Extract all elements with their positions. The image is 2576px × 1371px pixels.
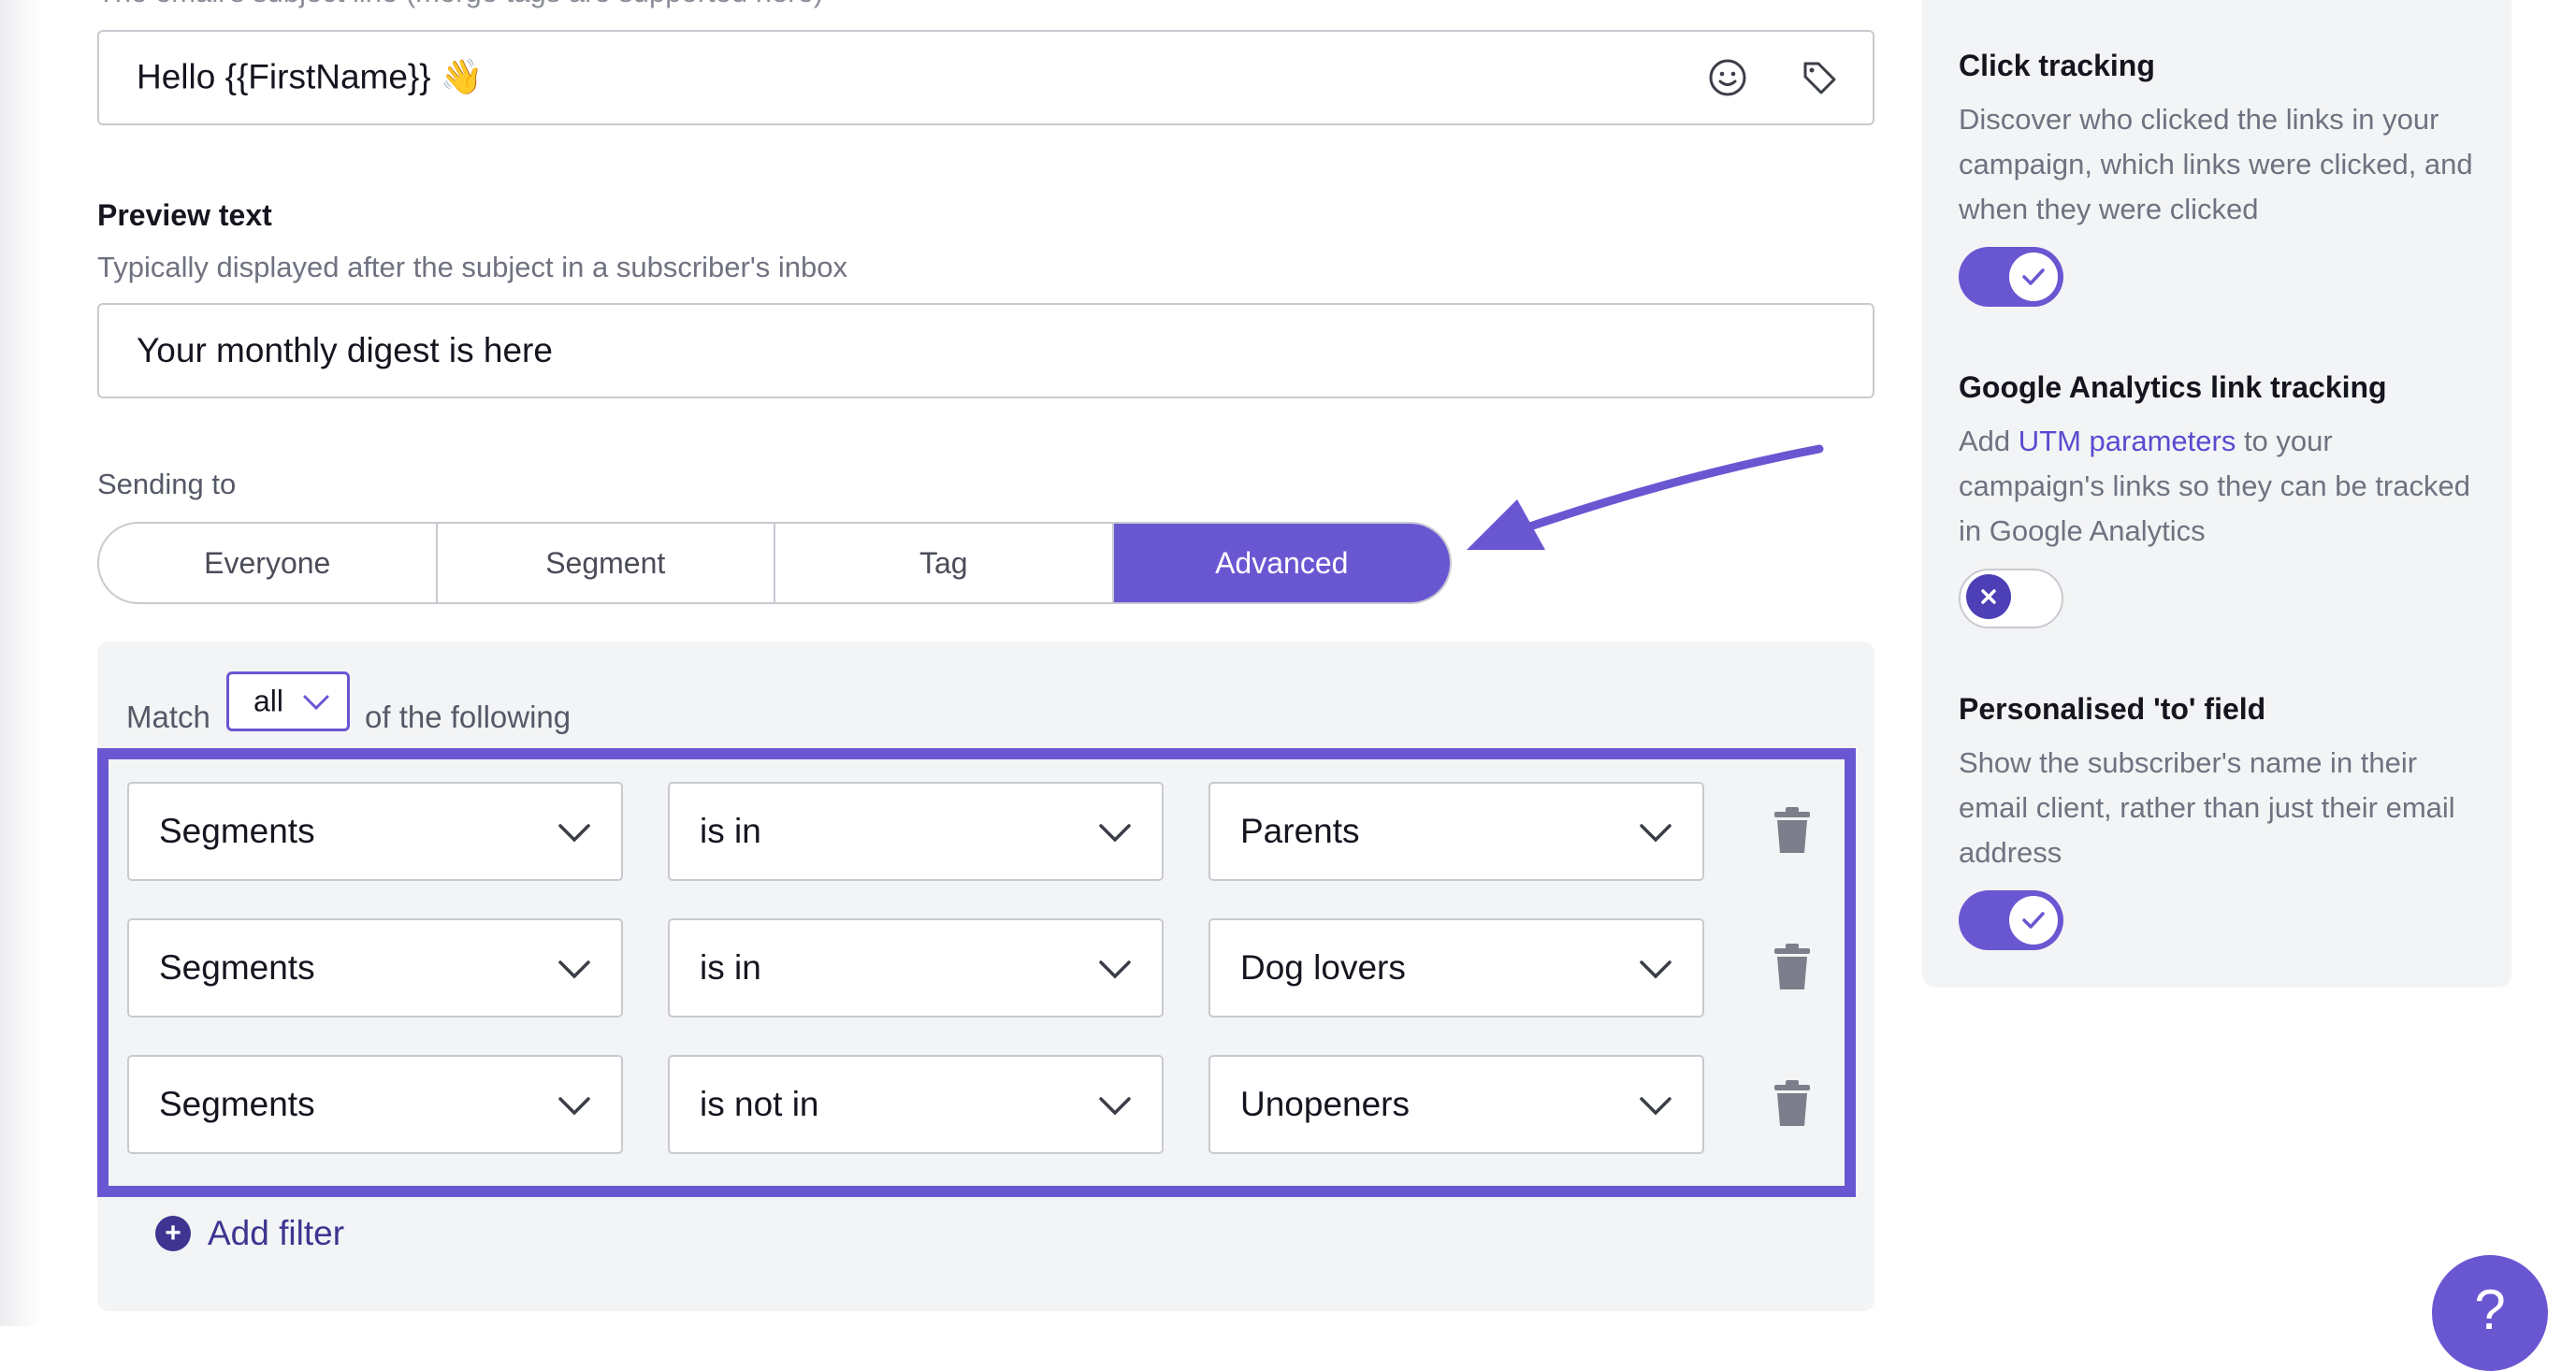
filter-operator-value: is not in	[700, 1085, 819, 1123]
click-tracking-description: Discover who clicked the links in your c…	[1959, 103, 2473, 225]
chevron-down-icon	[558, 960, 590, 979]
personalised-to-toggle[interactable]	[1959, 890, 2063, 950]
chevron-down-icon	[1099, 960, 1131, 979]
match-suffix: of the following	[365, 700, 572, 734]
personalised-to-description: Show the subscriber's name in their emai…	[1959, 746, 2455, 869]
click-tracking-toggle[interactable]	[1959, 247, 2063, 307]
preview-value: Your monthly digest is here	[137, 331, 553, 369]
subject-value: Hello {{FirstName}} 👋	[137, 57, 484, 96]
x-icon	[1966, 574, 2011, 619]
preview-hint: Typically displayed after the subject in…	[97, 251, 847, 283]
trash-icon[interactable]	[1772, 943, 1813, 991]
smiley-icon[interactable]	[1706, 56, 1749, 99]
filter-field-select[interactable]: Segments	[127, 1055, 623, 1154]
ga-tracking-toggle[interactable]	[1959, 569, 2063, 628]
filter-operator-select[interactable]: is not in	[668, 1055, 1164, 1154]
click-tracking-title: Click tracking	[1959, 49, 2155, 82]
filter-value-text: Dog lovers	[1240, 948, 1406, 987]
chevron-down-icon	[1099, 824, 1131, 843]
match-prefix: Match	[126, 700, 210, 734]
chevron-down-icon	[1640, 1097, 1672, 1116]
match-value: all	[253, 684, 284, 718]
ga-tracking-description: Add UTM parameters to your campaign's li…	[1959, 419, 2482, 554]
annotation-arrow	[1467, 444, 1824, 550]
ga-desc-prefix: Add	[1959, 425, 2019, 457]
trash-icon[interactable]	[1772, 806, 1813, 855]
window-edge	[0, 0, 41, 1326]
add-filter-label: Add filter	[208, 1214, 345, 1252]
chevron-down-icon	[1640, 824, 1672, 843]
filter-value-select[interactable]: Dog lovers	[1208, 918, 1704, 1017]
filter-operator-value: is in	[700, 948, 761, 987]
sending-to-label: Sending to	[97, 468, 237, 500]
tab-segment[interactable]: Segment	[438, 524, 775, 602]
chevron-down-icon	[558, 824, 590, 843]
trash-icon[interactable]	[1772, 1079, 1813, 1128]
tab-everyone[interactable]: Everyone	[99, 524, 438, 602]
subject-hint: The email's subject line (merge tags are…	[97, 0, 823, 9]
help-button[interactable]: ?	[2432, 1255, 2548, 1371]
preview-label: Preview text	[97, 198, 272, 232]
utm-parameters-link[interactable]: UTM parameters	[2019, 425, 2236, 457]
filter-value-text: Parents	[1240, 812, 1360, 850]
personalised-to-title: Personalised 'to' field	[1959, 692, 2266, 726]
chevron-down-icon	[558, 1097, 590, 1116]
audience-selector: Everyone Segment Tag Advanced	[97, 522, 1452, 604]
filter-value-select[interactable]: Parents	[1208, 782, 1704, 881]
add-filter-button[interactable]: + Add filter	[155, 1214, 344, 1253]
filter-value-text: Unopeners	[1240, 1085, 1411, 1123]
match-select[interactable]: all	[226, 671, 350, 731]
preview-input[interactable]: Your monthly digest is here	[97, 303, 1874, 398]
question-icon: ?	[2474, 1278, 2506, 1341]
chevron-down-icon	[1640, 960, 1672, 979]
filter-operator-value: is in	[700, 812, 761, 850]
filter-field-select[interactable]: Segments	[127, 782, 623, 881]
plus-circle-icon: +	[155, 1216, 191, 1251]
tab-tag[interactable]: Tag	[775, 524, 1114, 602]
filter-operator-select[interactable]: is in	[668, 918, 1164, 1017]
check-icon	[2009, 896, 2058, 945]
ga-tracking-title: Google Analytics link tracking	[1959, 370, 2387, 404]
filter-field-value: Segments	[159, 1085, 315, 1123]
filter-value-select[interactable]: Unopeners	[1208, 1055, 1704, 1154]
tag-icon[interactable]	[1798, 56, 1841, 99]
filter-operator-select[interactable]: is in	[668, 782, 1164, 881]
tab-advanced[interactable]: Advanced	[1113, 524, 1450, 602]
filter-field-select[interactable]: Segments	[127, 918, 623, 1017]
filter-field-value: Segments	[159, 948, 315, 987]
check-icon	[2009, 253, 2058, 301]
subject-input[interactable]: Hello {{FirstName}} 👋	[97, 30, 1874, 125]
chevron-down-icon	[303, 695, 329, 711]
chevron-down-icon	[1099, 1097, 1131, 1116]
filter-field-value: Segments	[159, 812, 315, 850]
